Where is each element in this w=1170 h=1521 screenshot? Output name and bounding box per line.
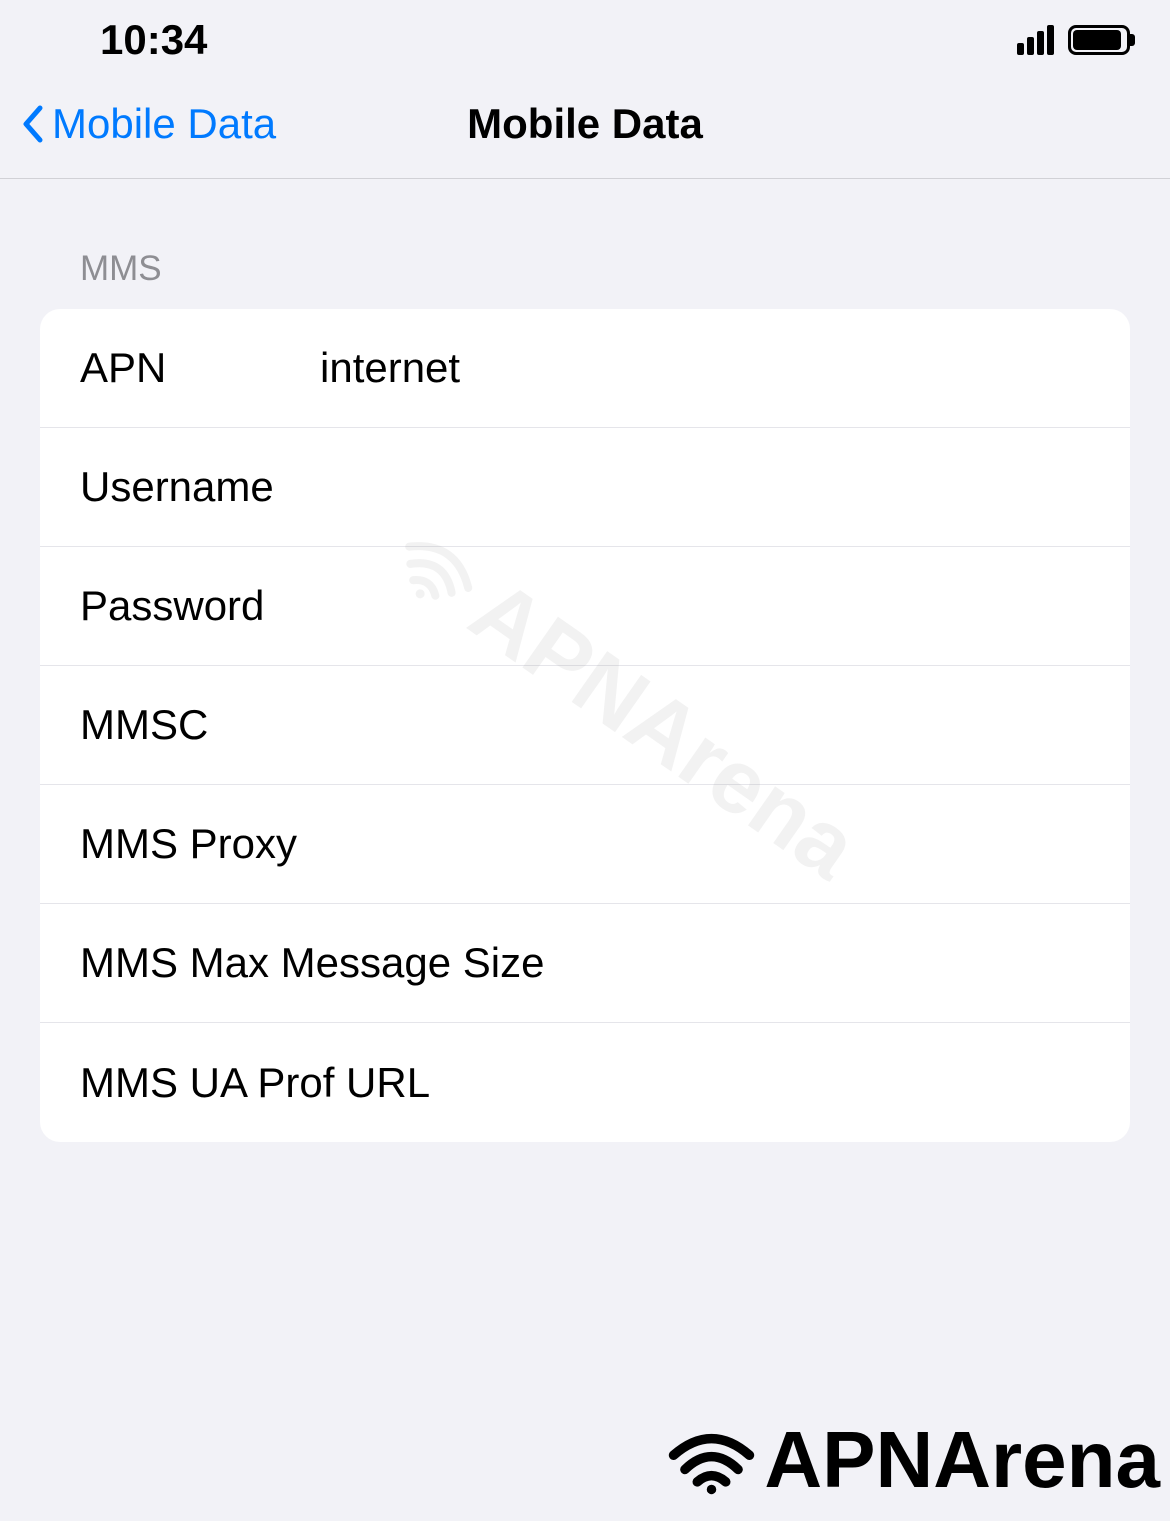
mms-max-size-label: MMS Max Message Size [80,939,549,987]
username-input[interactable] [320,463,1090,511]
watermark-text: APNArena [764,1414,1160,1506]
mms-max-size-row[interactable]: MMS Max Message Size [40,904,1130,1023]
status-time: 10:34 [100,16,207,64]
username-label: Username [80,463,320,511]
apn-label: APN [80,344,320,392]
password-label: Password [80,582,320,630]
password-row[interactable]: Password [40,547,1130,666]
chevron-left-icon [20,104,44,144]
watermark-bottom: APNArena [664,1414,1160,1506]
mms-ua-prof-url-label: MMS UA Prof URL [80,1059,549,1107]
back-button[interactable]: Mobile Data [20,100,276,148]
status-icons [1017,25,1130,55]
status-bar: 10:34 [0,0,1170,80]
cellular-signal-icon [1017,25,1054,55]
apn-input[interactable] [320,344,1090,392]
mmsc-label: MMSC [80,701,320,749]
mmsc-row[interactable]: MMSC [40,666,1130,785]
section-header-mms: MMS [0,179,1170,309]
wifi-icon [664,1425,759,1495]
back-label: Mobile Data [52,100,276,148]
battery-icon [1068,25,1130,55]
mms-ua-prof-url-input[interactable] [549,1059,1090,1107]
apn-row[interactable]: APN [40,309,1130,428]
page-title: Mobile Data [467,100,703,148]
password-input[interactable] [320,582,1090,630]
mms-max-size-input[interactable] [549,939,1090,987]
mms-ua-prof-url-row[interactable]: MMS UA Prof URL [40,1023,1130,1142]
mms-proxy-row[interactable]: MMS Proxy [40,785,1130,904]
username-row[interactable]: Username [40,428,1130,547]
mms-proxy-label: MMS Proxy [80,820,549,868]
mmsc-input[interactable] [320,701,1090,749]
mms-settings-group: APN Username Password MMSC MMS Proxy MMS… [40,309,1130,1142]
mms-proxy-input[interactable] [549,820,1090,868]
nav-bar: Mobile Data Mobile Data [0,80,1170,179]
